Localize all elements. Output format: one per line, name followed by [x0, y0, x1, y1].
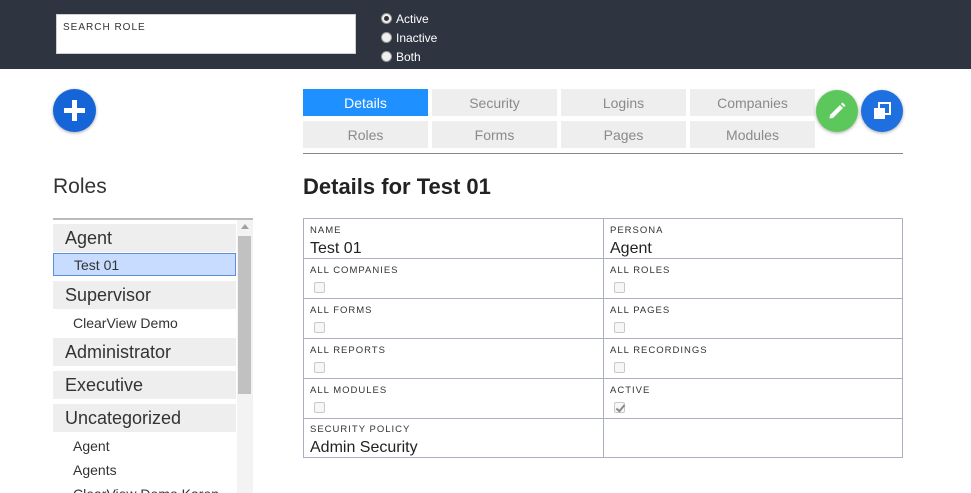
status-active-option[interactable]: Active	[381, 9, 437, 28]
all-forms-label: ALL FORMS	[310, 305, 373, 316]
add-role-button[interactable]	[53, 89, 96, 132]
all-pages-label: ALL PAGES	[610, 305, 671, 316]
role-group-agent[interactable]: Agent	[53, 224, 236, 252]
top-bar: SEARCH ROLE Active Inactive Both	[0, 0, 971, 69]
roles-heading: Roles	[53, 175, 107, 198]
copy-role-button[interactable]	[861, 90, 903, 132]
tab-logins[interactable]: Logins	[561, 89, 686, 116]
status-both-label: Both	[396, 49, 421, 64]
search-role-field[interactable]: SEARCH ROLE	[56, 14, 356, 54]
all-pages-cell: ALL PAGES	[603, 299, 902, 339]
role-item-test-01[interactable]: Test 01	[53, 253, 236, 276]
tab-forms[interactable]: Forms	[432, 121, 557, 148]
edit-role-button[interactable]	[816, 90, 858, 132]
persona-cell: PERSONA Agent	[603, 219, 902, 259]
all-forms-checkbox[interactable]	[314, 322, 325, 333]
all-recordings-checkbox[interactable]	[614, 362, 625, 373]
all-forms-cell: ALL FORMS	[304, 299, 603, 339]
tab-modules[interactable]: Modules	[690, 121, 815, 148]
name-label: NAME	[310, 225, 342, 236]
role-group-uncategorized[interactable]: Uncategorized	[53, 404, 236, 432]
tab-pages[interactable]: Pages	[561, 121, 686, 148]
status-both-radio[interactable]	[381, 51, 392, 62]
status-inactive-label: Inactive	[396, 30, 438, 45]
details-grid: NAME Test 01 PERSONA Agent ALL COMPANIES…	[303, 218, 903, 458]
role-item-agent[interactable]: Agent	[53, 434, 236, 457]
name-value: Test 01	[310, 240, 362, 257]
all-modules-cell: ALL MODULES	[304, 379, 603, 419]
search-role-input[interactable]	[57, 15, 355, 53]
role-group-administrator[interactable]: Administrator	[53, 338, 236, 366]
status-inactive-option[interactable]: Inactive	[381, 28, 437, 47]
all-reports-label: ALL REPORTS	[310, 345, 386, 356]
tab-companies[interactable]: Companies	[690, 89, 815, 116]
tabs-divider	[303, 153, 903, 154]
all-modules-label: ALL MODULES	[310, 385, 388, 396]
role-item-clearview-demo-karen[interactable]: ClearView Demo Karen	[53, 482, 236, 493]
all-reports-checkbox[interactable]	[314, 362, 325, 373]
security-policy-cell: SECURITY POLICY Admin Security	[304, 419, 603, 457]
all-companies-label: ALL COMPANIES	[310, 265, 399, 276]
role-item-agents[interactable]: Agents	[53, 458, 236, 481]
pencil-icon	[829, 102, 846, 119]
active-label: ACTIVE	[610, 385, 651, 396]
scroll-up-arrow-icon[interactable]	[241, 224, 249, 229]
roles-scrollbar[interactable]	[237, 220, 253, 493]
active-checkbox[interactable]	[614, 402, 625, 413]
all-companies-checkbox[interactable]	[314, 282, 325, 293]
role-group-executive[interactable]: Executive	[53, 371, 236, 399]
status-inactive-radio[interactable]	[381, 32, 392, 43]
role-group-supervisor[interactable]: Supervisor	[53, 281, 236, 309]
roles-scrollbar-thumb[interactable]	[238, 236, 251, 394]
security-policy-label: SECURITY POLICY	[310, 424, 411, 435]
security-policy-value: Admin Security	[310, 439, 418, 456]
details-heading: Details for Test 01	[303, 174, 491, 199]
name-cell: NAME Test 01	[304, 219, 603, 259]
all-reports-cell: ALL REPORTS	[304, 339, 603, 379]
status-active-label: Active	[396, 11, 429, 26]
all-roles-checkbox[interactable]	[614, 282, 625, 293]
plus-icon	[64, 100, 85, 121]
roles-list: Agent Test 01 Supervisor ClearView Demo …	[53, 218, 253, 493]
tab-details[interactable]: Details	[303, 89, 428, 116]
empty-cell	[603, 419, 902, 457]
persona-label: PERSONA	[610, 225, 664, 236]
persona-value: Agent	[610, 240, 652, 257]
status-filter: Active Inactive Both	[381, 9, 437, 66]
copy-icon	[874, 102, 891, 119]
status-both-option[interactable]: Both	[381, 47, 437, 66]
all-roles-label: ALL ROLES	[610, 265, 671, 276]
all-recordings-cell: ALL RECORDINGS	[603, 339, 902, 379]
all-pages-checkbox[interactable]	[614, 322, 625, 333]
active-cell: ACTIVE	[603, 379, 902, 419]
tab-security[interactable]: Security	[432, 89, 557, 116]
tab-roles[interactable]: Roles	[303, 121, 428, 148]
role-item-clearview-demo[interactable]: ClearView Demo	[53, 311, 236, 334]
all-modules-checkbox[interactable]	[314, 402, 325, 413]
status-active-radio[interactable]	[381, 13, 392, 24]
all-roles-cell: ALL ROLES	[603, 259, 902, 299]
all-recordings-label: ALL RECORDINGS	[610, 345, 708, 356]
all-companies-cell: ALL COMPANIES	[304, 259, 603, 299]
